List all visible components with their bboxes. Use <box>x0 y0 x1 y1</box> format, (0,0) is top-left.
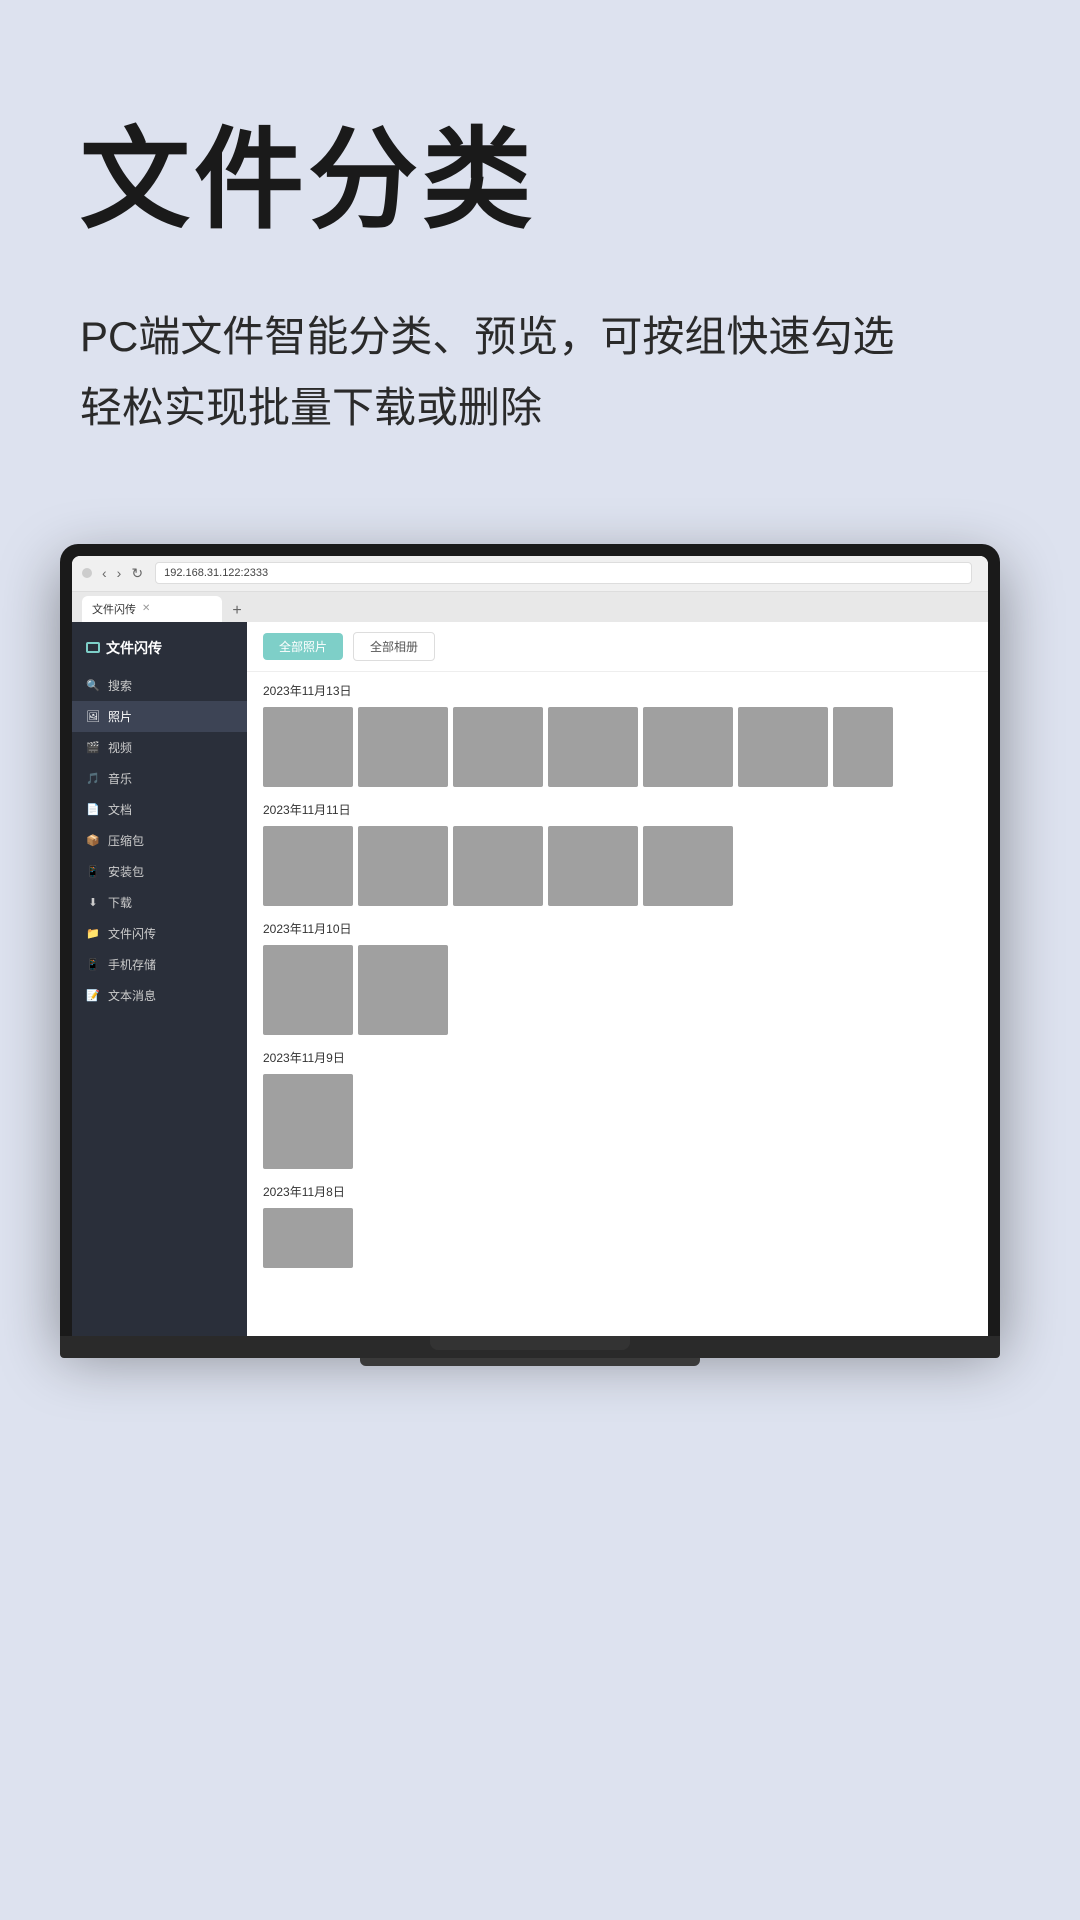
browser-url-bar[interactable]: 192.168.31.122:2333 <box>155 562 972 584</box>
sidebar-item-downloads[interactable]: ⬇ 下载 <box>72 887 247 918</box>
music-icon: 🎵 <box>86 771 100 785</box>
apk-icon: 📱 <box>86 864 100 878</box>
monitor-icon <box>86 642 100 653</box>
laptop-screen: ‹ › ↻ 192.168.31.122:2333 文件闪传 ✕ + <box>72 556 988 1336</box>
date-label-4: 2023年11月9日 <box>263 1049 972 1066</box>
photo-thumb[interactable] <box>738 707 828 787</box>
sidebar-search[interactable]: 🔍 搜索 <box>72 670 247 701</box>
tab-close-icon[interactable]: ✕ <box>142 603 150 614</box>
content-header: 全部照片 全部相册 <box>247 622 988 672</box>
subtitle-line1: PC端文件智能分类、预览，可按组快速勾选 <box>80 313 894 360</box>
laptop: ‹ › ↻ 192.168.31.122:2333 文件闪传 ✕ + <box>60 544 1000 1366</box>
photo-row-1 <box>263 707 972 787</box>
app-layout: 文件闪传 🔍 搜索 🖼 照片 🎬 <box>72 622 988 1336</box>
date-label-5: 2023年11月8日 <box>263 1183 972 1200</box>
sidebar-item-docs[interactable]: 📄 文档 <box>72 794 247 825</box>
laptop-stand <box>430 1336 630 1350</box>
sidebar-item-music[interactable]: 🎵 音乐 <box>72 763 247 794</box>
photos-icon: 🖼 <box>86 709 100 723</box>
photo-thumb[interactable] <box>358 826 448 906</box>
date-group-2: 2023年11月11日 <box>263 801 972 906</box>
sidebar-item-storage[interactable]: 📱 手机存储 <box>72 949 247 980</box>
sidebar: 文件闪传 🔍 搜索 🖼 照片 🎬 <box>72 622 247 1336</box>
browser-chrome: ‹ › ↻ 192.168.31.122:2333 <box>72 556 988 592</box>
date-group-1: 2023年11月13日 <box>263 682 972 787</box>
photo-row-5 <box>263 1208 972 1268</box>
hero-subtitle: PC端文件智能分类、预览，可按组快速勾选 轻松实现批量下载或删除 <box>80 301 1000 444</box>
photo-thumb[interactable] <box>548 826 638 906</box>
photo-thumb[interactable] <box>548 707 638 787</box>
photo-row-2 <box>263 826 972 906</box>
docs-icon: 📄 <box>86 802 100 816</box>
page: 文件分类 PC端文件智能分类、预览，可按组快速勾选 轻松实现批量下载或删除 ‹ … <box>0 0 1080 1920</box>
browser-back-icon[interactable]: ‹ <box>102 565 107 581</box>
main-content: 全部照片 全部相册 2023年11月13日 <box>247 622 988 1336</box>
browser-tabs: 文件闪传 ✕ + <box>72 592 988 622</box>
photo-thumb[interactable] <box>263 707 353 787</box>
sidebar-item-videos[interactable]: 🎬 视频 <box>72 732 247 763</box>
photo-thumb[interactable] <box>453 826 543 906</box>
storage-icon: 📱 <box>86 957 100 971</box>
app-title: 文件闪传 <box>72 632 247 670</box>
date-group-4: 2023年11月9日 <box>263 1049 972 1169</box>
subtitle-line2: 轻松实现批量下载或删除 <box>80 384 542 431</box>
flash-icon: 📁 <box>86 926 100 940</box>
tab-label: 文件闪传 <box>92 601 136 617</box>
photo-thumb[interactable] <box>453 707 543 787</box>
date-group-3: 2023年11月10日 <box>263 920 972 1035</box>
browser-forward-icon[interactable]: › <box>117 565 122 581</box>
videos-icon: 🎬 <box>86 740 100 754</box>
photo-thumb[interactable] <box>263 1074 353 1169</box>
date-label-3: 2023年11月10日 <box>263 920 972 937</box>
photo-thumb[interactable] <box>263 945 353 1035</box>
browser-refresh-icon[interactable]: ↻ <box>131 565 143 582</box>
hero-title: 文件分类 <box>80 120 1000 241</box>
tab-all-photos[interactable]: 全部照片 <box>263 633 343 660</box>
photo-thumb[interactable] <box>358 707 448 787</box>
photo-thumb[interactable] <box>358 945 448 1035</box>
laptop-foot <box>360 1358 700 1366</box>
url-text: 192.168.31.122:2333 <box>164 567 268 579</box>
photo-thumb[interactable] <box>643 826 733 906</box>
browser-tab-active[interactable]: 文件闪传 ✕ <box>82 596 222 622</box>
laptop-base <box>60 1336 1000 1358</box>
sidebar-item-messages[interactable]: 📝 文本消息 <box>72 980 247 1011</box>
zip-icon: 📦 <box>86 833 100 847</box>
sidebar-item-photos[interactable]: 🖼 照片 <box>72 701 247 732</box>
date-label-1: 2023年11月13日 <box>263 682 972 699</box>
photo-thumb[interactable] <box>263 826 353 906</box>
photo-row-3 <box>263 945 972 1035</box>
download-icon: ⬇ <box>86 895 100 909</box>
date-group-5: 2023年11月8日 <box>263 1183 972 1268</box>
photo-grid-area: 2023年11月13日 <box>247 672 988 1336</box>
photo-thumb[interactable] <box>833 707 893 787</box>
tab-all-albums[interactable]: 全部相册 <box>353 632 435 661</box>
laptop-mockup: ‹ › ↻ 192.168.31.122:2333 文件闪传 ✕ + <box>80 544 1000 1366</box>
date-label-2: 2023年11月11日 <box>263 801 972 818</box>
messages-icon: 📝 <box>86 988 100 1002</box>
laptop-body: ‹ › ↻ 192.168.31.122:2333 文件闪传 ✕ + <box>60 544 1000 1336</box>
sidebar-item-zip[interactable]: 📦 压缩包 <box>72 825 247 856</box>
photo-thumb[interactable] <box>643 707 733 787</box>
sidebar-item-flash[interactable]: 📁 文件闪传 <box>72 918 247 949</box>
search-icon: 🔍 <box>86 678 100 692</box>
browser-dot-1 <box>82 568 92 578</box>
photo-thumb[interactable] <box>263 1208 353 1268</box>
new-tab-button[interactable]: + <box>226 600 248 622</box>
photo-row-4 <box>263 1074 972 1169</box>
sidebar-item-apk[interactable]: 📱 安装包 <box>72 856 247 887</box>
